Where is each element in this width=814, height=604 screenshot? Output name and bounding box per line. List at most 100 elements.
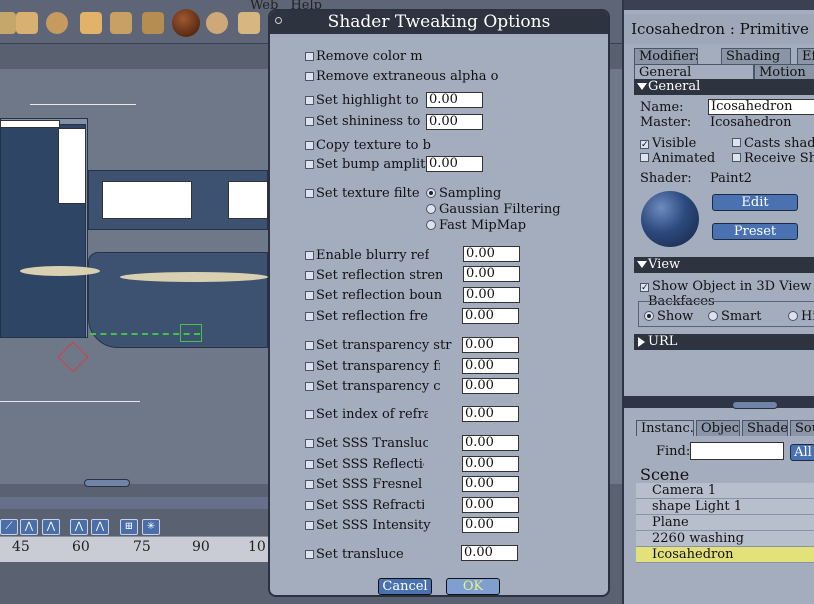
tool-icon[interactable] (46, 12, 68, 34)
checkbox[interactable] (732, 138, 741, 147)
blurry-reflection-input[interactable]: 0.00 (463, 246, 520, 262)
scene-item-washing[interactable]: 2260 washing (636, 531, 814, 547)
cancel-button[interactable]: Cancel (378, 578, 432, 595)
checkbox[interactable] (305, 52, 314, 61)
radio-dot[interactable] (788, 311, 798, 321)
radio-dot[interactable] (708, 311, 718, 321)
option-remove-alpha[interactable]: Remove extraneous alpha o (305, 68, 505, 86)
shininess-input[interactable]: 0.00 (426, 114, 483, 130)
view-section-header[interactable]: View (634, 257, 814, 273)
option-remove-color[interactable]: Remove color m (305, 48, 425, 66)
tab-instances[interactable]: Instanc. (636, 420, 694, 436)
checkbox[interactable] (305, 501, 314, 510)
tool-icon[interactable] (206, 12, 228, 34)
checkbox[interactable] (640, 153, 649, 162)
radio-dot[interactable] (644, 311, 654, 321)
tab-shaders[interactable]: Shade. (742, 420, 788, 436)
checkbox[interactable] (305, 189, 314, 198)
frame-ruler[interactable]: 45 60 75 90 10 (0, 536, 268, 562)
transparency-strength-input[interactable]: 0.00 (462, 337, 519, 353)
camera-gizmo[interactable] (57, 341, 89, 373)
tool-icon[interactable] (16, 12, 38, 34)
panel-resize-handle[interactable] (732, 401, 778, 409)
checkbox[interactable] (305, 117, 314, 126)
checkbox-checked[interactable]: ✓ (640, 140, 649, 150)
receive-shadows-checkbox[interactable]: Receive Sha (732, 151, 814, 166)
reflection-fresnel-input[interactable]: 0.00 (462, 308, 519, 324)
checkbox-checked[interactable]: ✓ (640, 283, 649, 293)
keyframe-button[interactable]: ✳ (142, 519, 160, 535)
scene-item-camera[interactable]: Camera 1 (636, 483, 814, 499)
checkbox[interactable] (305, 521, 314, 530)
sss-reflection-input[interactable]: 0.00 (462, 456, 519, 472)
show-object-checkbox[interactable]: ✓ Show Object in 3D View (640, 279, 811, 294)
tool-icon[interactable] (110, 12, 132, 34)
checkbox[interactable] (305, 291, 314, 300)
filter-radio-gaussian[interactable]: Gaussian Filtering (426, 202, 561, 218)
timeline-scrollbar[interactable] (0, 497, 268, 509)
sss-fresnel-input[interactable]: 0.00 (462, 476, 519, 492)
keyframe-button[interactable]: ⋀ (42, 519, 60, 535)
filter-radio-mipmap[interactable]: Fast MipMap (426, 218, 526, 234)
option-reflection-fresnel[interactable]: Set reflection fresi (305, 308, 445, 326)
option-sss-reflection[interactable]: Set SSS Reflectio (305, 456, 445, 474)
tab-shading[interactable]: Shading (721, 48, 791, 64)
light-gizmo[interactable] (180, 324, 202, 342)
url-section-header[interactable]: URL (634, 334, 814, 350)
sphere-icon[interactable] (172, 9, 200, 37)
scene-root[interactable]: Scene (640, 466, 689, 484)
edit-button[interactable]: Edit (712, 194, 798, 211)
tool-icon[interactable] (142, 12, 164, 34)
option-texture-filter[interactable]: Set texture filte (305, 185, 420, 203)
option-reflection-strength[interactable]: Set reflection strengt (305, 267, 445, 285)
tab-general[interactable]: General (634, 64, 754, 80)
option-transparency-strength[interactable]: Set transparency strer (305, 337, 452, 355)
checkbox[interactable] (732, 153, 741, 162)
option-sss-fresnel[interactable]: Set SSS Fresnel (305, 476, 445, 494)
transparency-fresnel-input[interactable]: 0.00 (462, 358, 519, 374)
option-transparency-color[interactable]: Set transparency c (305, 378, 445, 396)
tab-objects[interactable]: Objec. (696, 420, 740, 436)
option-bump[interactable]: Set bump amplitu (305, 156, 434, 174)
keyframe-button[interactable]: ⋀ (20, 519, 38, 535)
option-highlight[interactable]: Set highlight to (305, 92, 419, 110)
index-of-refraction-input[interactable]: 0.00 (462, 406, 519, 422)
transparency-color-input[interactable]: 0.00 (462, 378, 519, 394)
checkbox[interactable] (305, 341, 314, 350)
viewport-resize-handle[interactable] (84, 479, 130, 487)
visible-checkbox[interactable]: ✓ Visible (640, 136, 696, 151)
ok-button[interactable]: OK (446, 578, 500, 595)
checkbox[interactable] (305, 362, 314, 371)
backface-hide[interactable]: Hi (788, 309, 814, 325)
backface-show[interactable]: Show (644, 309, 693, 325)
keyframe-button[interactable]: ⋀ (91, 519, 109, 535)
option-translucency[interactable]: Set translucen (305, 546, 445, 564)
checkbox[interactable] (305, 460, 314, 469)
checkbox[interactable] (305, 410, 314, 419)
keyframe-button[interactable]: ⋀ (70, 519, 88, 535)
tab-effects[interactable]: Ef (797, 48, 814, 64)
animated-checkbox[interactable]: Animated (640, 151, 715, 166)
option-shininess[interactable]: Set shininess to (305, 113, 420, 131)
tab-motion[interactable]: Motion (754, 64, 814, 80)
name-input[interactable]: Icosahedron (708, 99, 814, 115)
checkbox[interactable] (305, 72, 314, 81)
preset-button[interactable]: Preset (712, 223, 798, 240)
sss-intensity-input[interactable]: 0.00 (462, 517, 519, 533)
flame-icon[interactable] (80, 12, 102, 34)
option-sss-intensity[interactable]: Set SSS Intensity (305, 517, 445, 535)
radio-dot[interactable] (426, 204, 436, 214)
scene-item-icosahedron[interactable]: Icosahedron (636, 547, 814, 563)
keyframe-button[interactable]: ⟋ (0, 519, 18, 535)
checkbox[interactable] (305, 550, 314, 559)
tool-icon[interactable] (0, 12, 16, 34)
option-index-of-refraction[interactable]: Set index of refrac (305, 406, 445, 424)
close-icon[interactable] (275, 17, 282, 24)
tab-sounds[interactable]: Sou (790, 420, 814, 436)
option-sss-refraction[interactable]: Set SSS Refracti (305, 497, 445, 515)
checkbox[interactable] (305, 160, 314, 169)
tab-modifiers[interactable]: Modifiers (634, 48, 698, 64)
find-input[interactable] (690, 442, 784, 460)
bump-input[interactable]: 0.00 (426, 156, 483, 172)
translucency-input[interactable]: 0.00 (461, 545, 518, 561)
